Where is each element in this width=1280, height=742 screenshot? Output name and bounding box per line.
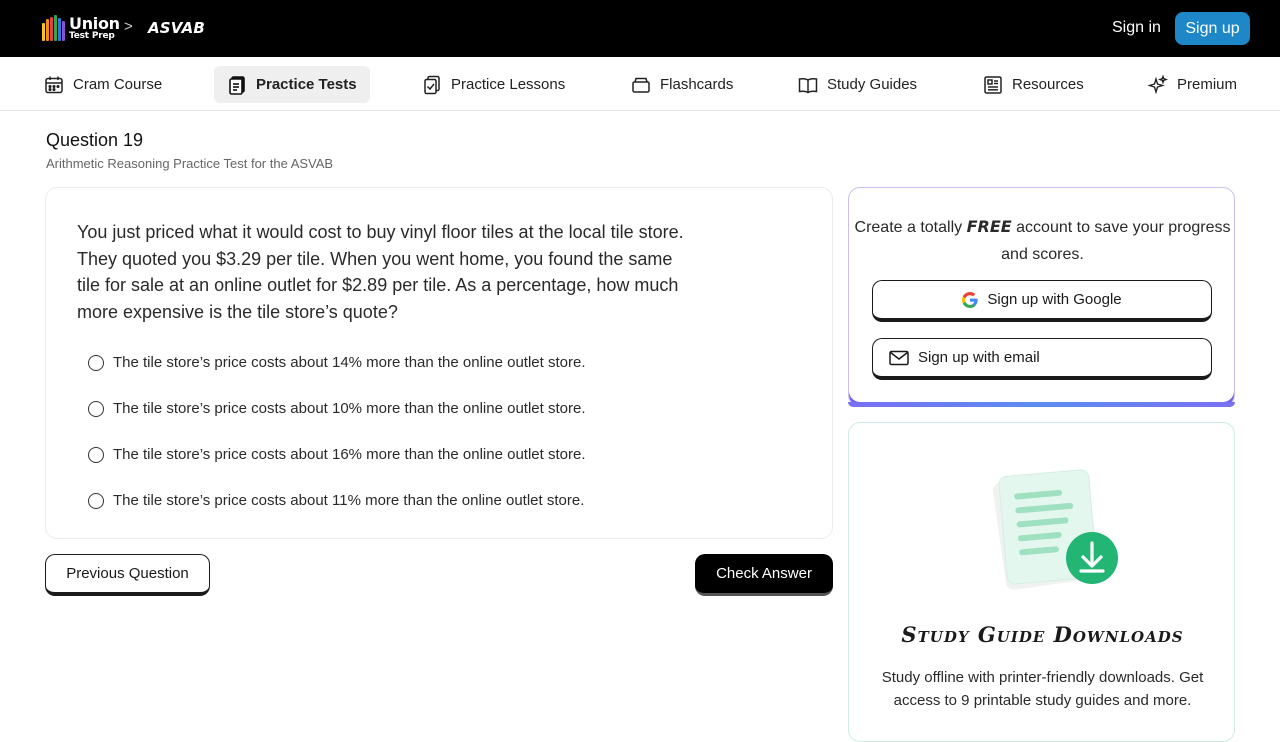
signup-prompt: Create a totally FREE account to save yo… <box>849 213 1236 268</box>
radio-button[interactable] <box>88 446 104 463</box>
breadcrumb-asvab[interactable]: ASVAB <box>148 19 205 37</box>
breadcrumb-chevron-icon: > <box>124 18 133 35</box>
nav-item-premium[interactable]: Premium <box>1148 66 1237 103</box>
nav-item-practice-tests[interactable]: Practice Tests <box>214 66 370 103</box>
nav-label: Resources <box>1012 76 1084 93</box>
top-bar: Union Test Prep > ASVAB Sign in Sign up <box>0 0 1280 57</box>
radio-button[interactable] <box>88 400 104 417</box>
answer-option[interactable]: The tile store’s price costs about 16% m… <box>88 446 586 463</box>
calendar-icon <box>45 76 63 93</box>
document-icon <box>984 75 1002 94</box>
checklist-icon <box>424 75 440 94</box>
google-button-label: Sign up with Google <box>987 291 1122 308</box>
answer-option[interactable]: The tile store’s price costs about 10% m… <box>88 400 586 417</box>
nav-label: Cram Course <box>73 76 163 93</box>
answer-option-label: The tile store’s price costs about 14% m… <box>113 354 586 371</box>
envelope-icon <box>889 350 909 365</box>
nav-item-flashcards[interactable]: Flashcards <box>631 66 733 103</box>
signup-card: Create a totally FREE account to save yo… <box>848 187 1235 407</box>
nav-label: Flashcards <box>660 76 734 93</box>
answer-option[interactable]: The tile store’s price costs about 11% m… <box>88 492 584 509</box>
logo-bars-icon <box>42 15 65 41</box>
logo-text-union: Union <box>69 13 120 33</box>
sign-up-with-email-button[interactable]: Sign up with email <box>872 338 1212 380</box>
union-test-prep-logo[interactable]: Union Test Prep <box>42 15 120 41</box>
nav-item-study-guides[interactable]: Study Guides <box>798 66 917 103</box>
question-card: You just priced what it would cost to bu… <box>45 187 833 539</box>
logo-text-test-prep: Test Prep <box>69 30 115 41</box>
downloads-description: Study offline with printer-friendly down… <box>881 669 1204 709</box>
email-button-label: Sign up with email <box>918 349 1040 366</box>
radio-button[interactable] <box>88 354 104 371</box>
answer-option[interactable]: The tile store’s price costs about 14% m… <box>88 354 586 371</box>
question-subtitle: Arithmetic Reasoning Practice Test for t… <box>46 156 334 171</box>
nav-label: Premium <box>1177 76 1238 93</box>
sign-up-with-google-button[interactable]: Sign up with Google <box>872 280 1212 322</box>
signup-prompt-end: account to save your progress and scores… <box>1001 219 1231 263</box>
nav-label: Practice Tests <box>256 76 357 93</box>
answer-option-label: The tile store’s price costs about 16% m… <box>113 446 586 463</box>
nav-label: Study Guides <box>827 76 918 93</box>
free-emphasis: FREE <box>966 217 1012 236</box>
sign-in-link[interactable]: Sign in <box>1112 19 1161 37</box>
answer-option-label: The tile store’s price costs about 10% m… <box>113 400 586 417</box>
nav-item-resources[interactable]: Resources <box>983 66 1084 103</box>
book-icon <box>798 77 818 93</box>
nav-item-practice-lessons[interactable]: Practice Lessons <box>422 66 565 103</box>
download-document-icon <box>992 469 1118 590</box>
nav-label: Practice Lessons <box>451 76 566 93</box>
answer-option-label: The tile store’s price costs about 11% m… <box>113 492 585 509</box>
signup-prompt-start: Create a totally <box>854 219 963 236</box>
sparkle-icon <box>1148 74 1168 94</box>
study-guide-downloads-card: Study Guide Downloads Study offline with… <box>848 422 1235 742</box>
question-text: You just priced what it would cost to bu… <box>77 222 684 322</box>
previous-question-button[interactable]: Previous Question <box>45 554 210 596</box>
nav-item-cram-course[interactable]: Cram Course <box>44 66 162 103</box>
main-nav: Cram Course Practice Tests Practice Less… <box>0 57 1280 111</box>
flashcards-icon <box>632 77 650 93</box>
radio-button[interactable] <box>88 492 104 509</box>
downloads-title: Study Guide Downloads <box>901 622 1184 647</box>
clipboard-icon <box>229 75 245 95</box>
question-title: Question 19 <box>46 130 144 150</box>
check-answer-button[interactable]: Check Answer <box>695 554 833 596</box>
sign-up-button[interactable]: Sign up <box>1175 12 1250 45</box>
google-icon <box>962 291 979 308</box>
